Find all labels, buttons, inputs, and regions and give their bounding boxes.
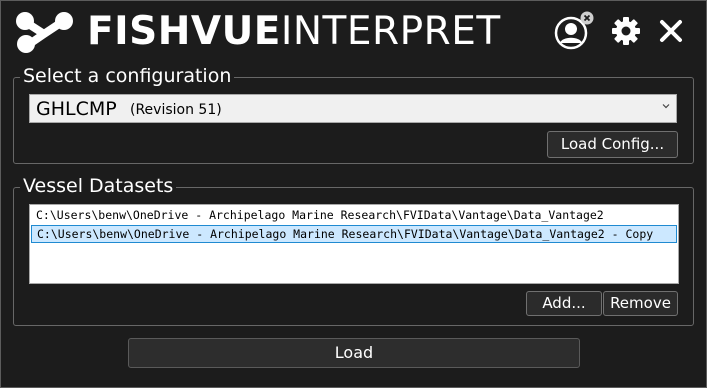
vessel-datasets-group: Vessel Datasets C:\Users\benw\OneDrive -… <box>13 174 694 326</box>
settings-button[interactable] <box>610 15 642 47</box>
brand-bold: FISHVUE <box>87 9 281 54</box>
app-title: FISHVUEINTERPRET <box>87 7 501 57</box>
close-button[interactable] <box>658 18 684 44</box>
configuration-name: GHLCMP <box>36 98 117 120</box>
user-account-button[interactable] <box>554 11 596 51</box>
gear-icon <box>612 17 640 45</box>
configuration-group: Select a configuration GHLCMP (Revision … <box>13 64 694 164</box>
vessel-datasets-title: Vessel Datasets <box>20 174 177 198</box>
add-dataset-button[interactable]: Add... <box>526 291 602 316</box>
configuration-group-title: Select a configuration <box>20 64 235 88</box>
load-button[interactable]: Load <box>128 338 580 368</box>
brand-light: INTERPRET <box>280 9 501 54</box>
user-account-icon <box>554 11 594 50</box>
fishvue-logo-icon <box>16 12 73 53</box>
close-icon <box>660 20 682 42</box>
load-config-button[interactable]: Load Config... <box>547 131 678 158</box>
configuration-revision: (Revision 51) <box>130 102 222 118</box>
remove-dataset-button[interactable]: Remove <box>603 291 678 316</box>
chevron-down-icon <box>662 104 670 109</box>
configuration-select[interactable]: GHLCMP (Revision 51) <box>29 94 677 123</box>
vessel-datasets-list[interactable]: C:\Users\benw\OneDrive - Archipelago Mar… <box>29 204 679 284</box>
list-item[interactable]: C:\Users\benw\OneDrive - Archipelago Mar… <box>31 206 677 224</box>
list-item-selected[interactable]: C:\Users\benw\OneDrive - Archipelago Mar… <box>31 225 677 243</box>
main-window: FISHVUEINTERPRET Select a configuration … <box>0 0 707 388</box>
